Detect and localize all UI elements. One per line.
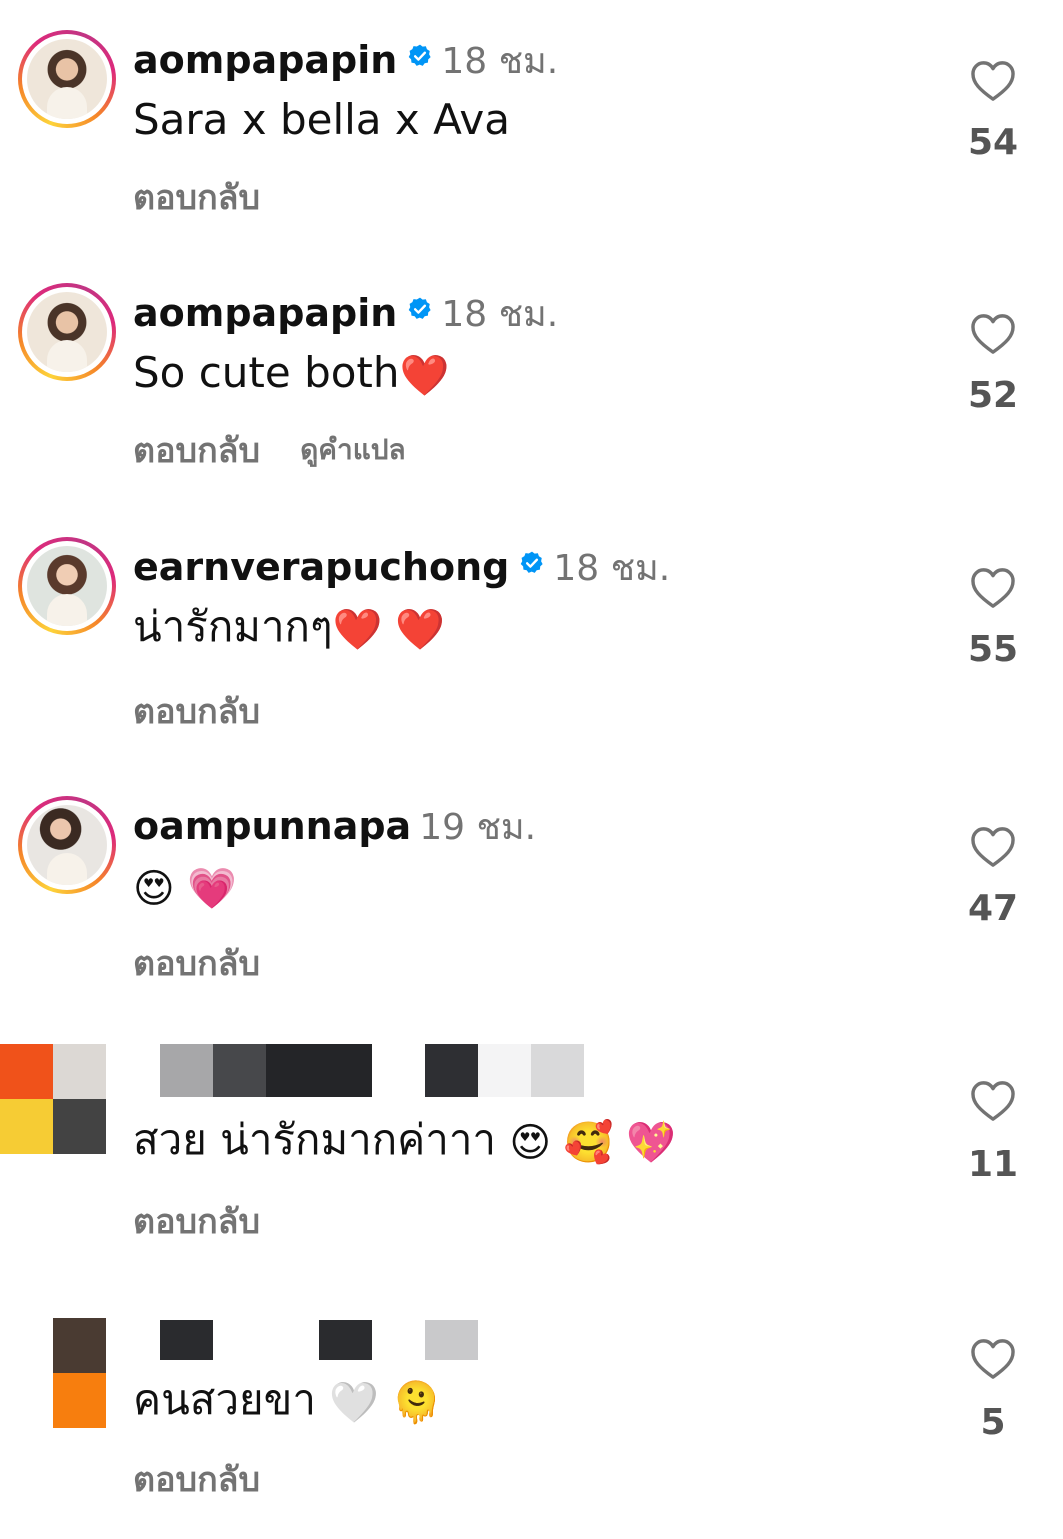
comment-timestamp: 18 ชม. <box>441 294 559 335</box>
comment-emojis: 😍 💗 <box>133 866 238 912</box>
avatar[interactable] <box>18 796 116 894</box>
like-count: 11 <box>967 1144 1019 1185</box>
heart-outline-icon[interactable] <box>970 1080 1016 1122</box>
reply-button[interactable]: ตอบกลับ <box>133 1460 260 1500</box>
comment-emojis: 🤍 🫠 <box>329 1380 442 1426</box>
heart-outline-icon[interactable] <box>970 313 1016 355</box>
like-count: 5 <box>980 1402 1006 1443</box>
heart-outline-icon[interactable] <box>970 60 1016 102</box>
heart-outline-icon[interactable] <box>970 567 1016 609</box>
like-count: 54 <box>967 122 1019 163</box>
username-link[interactable]: earnverapuchong <box>133 545 509 589</box>
avatar[interactable] <box>18 30 116 128</box>
verified-badge-icon <box>407 296 433 322</box>
like-count: 55 <box>967 629 1019 670</box>
reply-button[interactable]: ตอบกลับ <box>133 178 260 218</box>
like-count: 47 <box>967 888 1019 929</box>
comment-timestamp: 18 ชม. <box>553 548 671 589</box>
comment-body: So cute both <box>133 348 400 397</box>
like-count: 52 <box>967 375 1019 416</box>
heart-outline-icon[interactable] <box>970 826 1016 868</box>
heart-outline-icon[interactable] <box>970 1338 1016 1380</box>
avatar[interactable] <box>18 537 116 635</box>
verified-badge-icon <box>519 550 545 576</box>
username-link[interactable]: oampunnapa <box>133 804 411 848</box>
comment-emojis: 😍 🥰 💖 <box>509 1120 677 1166</box>
pixelated-avatar[interactable] <box>0 1044 106 1154</box>
comment-emojis: ❤️ ❤️ <box>332 607 445 653</box>
verified-badge-icon <box>407 43 433 69</box>
avatar[interactable] <box>18 283 116 381</box>
username-link[interactable]: aompapapin <box>133 291 397 335</box>
comment-timestamp: 18 ชม. <box>441 41 559 82</box>
reply-button[interactable]: ตอบกลับ <box>133 431 260 471</box>
reply-button[interactable]: ตอบกลับ <box>133 692 260 732</box>
comment-body: สวย น่ารักมากค่าาา <box>133 1115 497 1164</box>
pixelated-avatar[interactable] <box>53 1310 106 1428</box>
comment-emojis: ❤️ <box>399 353 450 399</box>
see-translation-button[interactable]: ดูคำแปล <box>300 433 406 466</box>
reply-button[interactable]: ตอบกลับ <box>133 1202 260 1242</box>
comment-timestamp: 19 ชม. <box>419 807 537 848</box>
comment-body: น่ารักมากๆ <box>133 602 333 651</box>
reply-button[interactable]: ตอบกลับ <box>133 944 260 984</box>
comment-body: Sara x bella x Ava <box>133 95 510 144</box>
username-link[interactable]: aompapapin <box>133 38 397 82</box>
comment-body: คนสวยขา <box>133 1375 316 1424</box>
